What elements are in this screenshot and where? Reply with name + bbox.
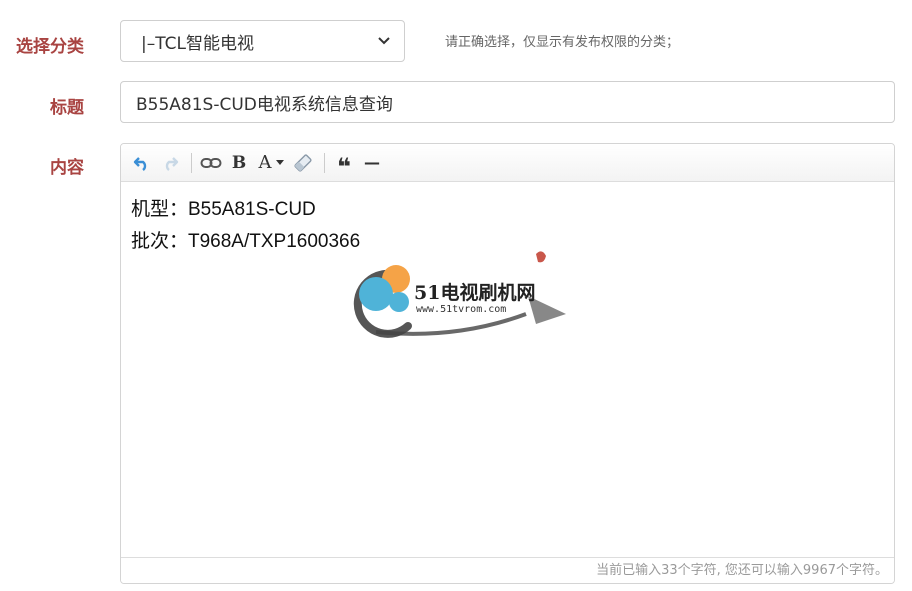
- rich-text-editor[interactable]: B A ❝ — 机型：B55A81S-CUD 批次：T968A/TXP16003…: [120, 143, 895, 584]
- content-line-model: 机型：B55A81S-CUD: [131, 199, 316, 220]
- content-line-batch: 批次：T968A/TXP1600366: [131, 231, 361, 252]
- title-label: 标题: [50, 98, 84, 118]
- editor-toolbar: B A ❝ —: [121, 144, 894, 182]
- editor-content[interactable]: 机型：B55A81S-CUD 批次：T968A/TXP1600366: [131, 194, 360, 258]
- link-icon[interactable]: [198, 150, 224, 176]
- font-color-icon[interactable]: A: [254, 150, 288, 176]
- category-select-value: |–TCL智能电视: [141, 33, 254, 54]
- watermark-url: www.51tvrom.com: [416, 304, 507, 315]
- quote-icon[interactable]: ❝: [331, 150, 357, 179]
- redo-icon[interactable]: [157, 150, 183, 176]
- toolbar-divider: [191, 152, 192, 173]
- category-select[interactable]: |–TCL智能电视: [120, 20, 405, 62]
- chevron-down-icon: [376, 33, 392, 49]
- toolbar-divider: [324, 152, 325, 173]
- eraser-icon[interactable]: [290, 150, 316, 176]
- caret-down-icon: [275, 159, 284, 165]
- category-help-text: 请正确选择，仅显示有发布权限的分类；: [445, 35, 680, 50]
- title-input[interactable]: [120, 81, 895, 123]
- category-label: 选择分类: [16, 37, 84, 57]
- character-counter: 当前已输入33个字符, 您还可以输入9967个字符。: [121, 557, 894, 583]
- content-label: 内容: [50, 158, 84, 178]
- undo-icon[interactable]: [129, 150, 155, 176]
- watermark-title: 51电视刷机网: [414, 282, 536, 304]
- bold-icon[interactable]: B: [226, 150, 252, 176]
- watermark-logo: 51电视刷机网 www.51tvrom.com: [336, 244, 576, 344]
- font-color-glyph: A: [258, 152, 272, 173]
- horizontal-rule-icon[interactable]: —: [359, 150, 385, 176]
